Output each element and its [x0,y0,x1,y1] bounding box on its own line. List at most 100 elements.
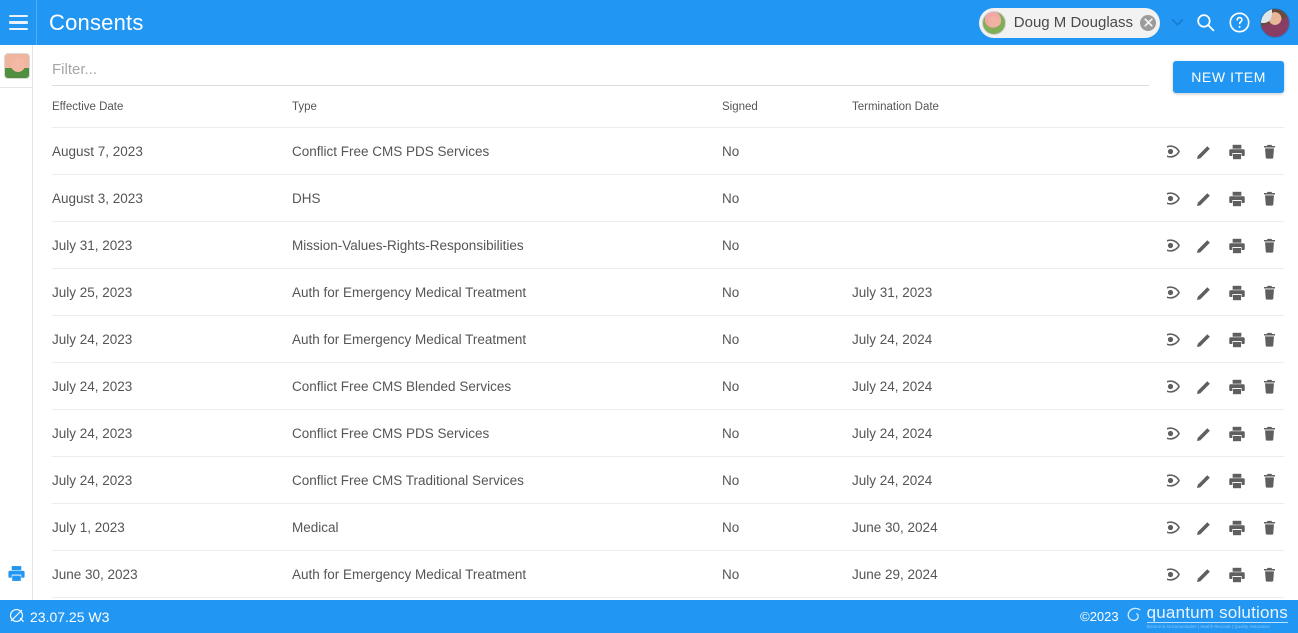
print-icon[interactable] [1228,425,1246,443]
new-item-button[interactable]: NEW ITEM [1173,61,1284,93]
cell-actions [1167,456,1284,504]
delete-icon[interactable] [1261,143,1278,160]
cell-actions [1167,127,1284,175]
print-icon[interactable] [1228,237,1246,255]
edit-icon[interactable] [1195,331,1213,349]
view-icon[interactable] [1167,471,1180,490]
brand-tagline-label: Electronic Documentation | Health Record… [1146,623,1270,629]
view-icon[interactable] [1167,142,1180,161]
table-row[interactable]: August 7, 2023 Conflict Free CMS PDS Serv… [52,127,1284,175]
cell-actions [1167,268,1284,316]
delete-icon[interactable] [1261,378,1278,395]
delete-icon[interactable] [1261,331,1278,348]
hamburger-menu-icon[interactable] [0,0,36,45]
edit-icon[interactable] [1195,378,1213,396]
row-action-group [1167,518,1284,537]
print-icon[interactable] [1228,519,1246,537]
table-row[interactable]: July 1, 2023 Medical No June 30, 2024 [52,503,1284,551]
cell-signed: No [722,268,852,316]
print-icon[interactable] [1228,378,1246,396]
view-icon[interactable] [1167,424,1180,443]
table-row[interactable]: August 3, 2023 DHS No [52,174,1284,222]
table-row[interactable]: July 24, 2023 Conflict Free CMS PDS Servi… [52,409,1284,457]
filter-input[interactable] [52,61,1150,86]
delete-icon[interactable] [1261,190,1278,207]
cell-effective-date: July 1, 2023 [52,503,292,551]
table-header: Effective Date Type Signed Termination D… [52,93,1284,128]
delete-icon[interactable] [1261,425,1278,442]
cell-termination-date: June 30, 2024 [852,503,1167,551]
application-window: Consents Doug M Douglass Filter... NEW I… [0,0,1298,633]
column-header-effective-date[interactable]: Effective Date [52,93,292,128]
cell-termination-date: July 31, 2023 [852,268,1167,316]
search-icon[interactable] [1188,0,1222,45]
quantum-swirl-icon [1123,605,1143,628]
edit-icon[interactable] [1195,566,1213,584]
column-header-signed[interactable]: Signed [722,93,852,128]
column-header-type[interactable]: Type [292,93,722,128]
content-toolbar: NEW ITEM [34,45,1298,93]
view-icon[interactable] [1167,330,1180,349]
edit-icon[interactable] [1195,472,1213,490]
cell-signed: No [722,174,852,222]
table-row[interactable]: July 31, 2023 Mission-Values-Rights-Respo… [52,221,1284,269]
close-icon[interactable] [1140,14,1156,31]
delete-icon[interactable] [1261,284,1278,301]
cell-type: Auth for Emergency Medical Treatment [292,550,722,598]
cell-termination-date: July 24, 2024 [852,456,1167,504]
edit-icon[interactable] [1195,190,1213,208]
cell-effective-date: August 7, 2023 [52,127,292,175]
cell-signed: No [722,503,852,551]
delete-icon[interactable] [1261,519,1278,536]
view-icon[interactable] [1167,518,1180,537]
column-header-termination-date[interactable]: Termination Date [852,93,1167,128]
edit-icon[interactable] [1195,143,1213,161]
delete-icon[interactable] [1261,566,1278,583]
cell-actions [1167,550,1284,598]
table-row[interactable]: July 24, 2023 Conflict Free CMS Tradition… [52,456,1284,504]
row-action-group [1167,236,1284,255]
help-circle-icon[interactable] [1222,0,1256,45]
cell-effective-date: June 30, 2023 [52,550,292,598]
cell-type: DHS [292,174,722,222]
footer-brand-group: ©2023 quantum solutions Electronic Docum… [1080,604,1298,629]
edit-icon[interactable] [1195,519,1213,537]
print-icon[interactable] [1228,566,1246,584]
delete-icon[interactable] [1261,472,1278,489]
print-icon[interactable] [1228,472,1246,490]
edit-icon[interactable] [1195,284,1213,302]
brand-block: quantum solutions Electronic Documentati… [1146,604,1288,629]
table-row[interactable]: July 24, 2023 Conflict Free CMS Blended S… [52,362,1284,410]
table-row[interactable]: June 30, 2023 Auth for Emergency Medical … [52,550,1284,598]
current-user-avatar[interactable] [1260,7,1290,38]
cell-effective-date: August 3, 2023 [52,174,292,222]
print-icon[interactable] [1228,143,1246,161]
cell-actions [1167,221,1284,269]
edit-icon[interactable] [1195,425,1213,443]
view-icon[interactable] [1167,565,1180,584]
patient-avatar [981,10,1006,35]
delete-icon[interactable] [1261,237,1278,254]
view-icon[interactable] [1167,283,1180,302]
print-icon[interactable] [1228,331,1246,349]
print-icon[interactable] [7,564,26,588]
view-icon[interactable] [1167,377,1180,396]
edit-icon[interactable] [1195,237,1213,255]
footer-version-group: 23.07.25 W3 [0,607,109,627]
patient-chip-label: Doug M Douglass [1013,14,1133,31]
patient-context-chip[interactable]: Doug M Douglass [978,7,1160,38]
print-icon[interactable] [1228,190,1246,208]
table-row[interactable]: July 24, 2023 Auth for Emergency Medical … [52,315,1284,363]
cell-termination-date: June 29, 2024 [852,550,1167,598]
row-action-group [1167,377,1284,396]
cell-type: Mission-Values-Rights-Responsibilities [292,221,722,269]
print-icon[interactable] [1228,284,1246,302]
chevron-down-icon[interactable] [1166,8,1188,38]
patient-avatar-icon[interactable] [4,53,30,79]
footer-bar: 23.07.25 W3 ©2023 quantum solutions Elec… [0,600,1298,633]
view-icon[interactable] [1167,189,1180,208]
cell-termination-date [852,127,1167,175]
cell-type: Conflict Free CMS Traditional Services [292,456,722,504]
view-icon[interactable] [1167,236,1180,255]
table-row[interactable]: July 25, 2023 Auth for Emergency Medical … [52,268,1284,316]
